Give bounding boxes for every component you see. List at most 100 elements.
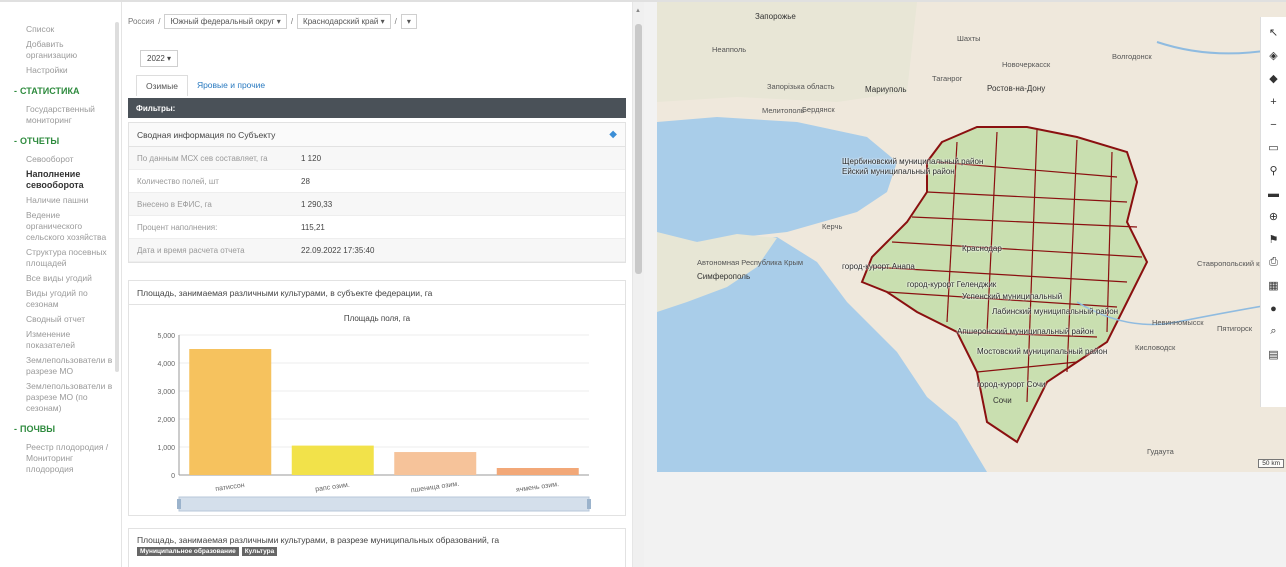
map-label: Запорізька область: [767, 82, 835, 91]
chart-bar: [189, 349, 272, 475]
map-label: Ростов-на-Дону: [987, 84, 1046, 93]
print-icon[interactable]: ⎙: [1263, 251, 1285, 274]
map-label: Запорожье: [755, 12, 796, 21]
map-scale: 50 km: [1258, 459, 1284, 468]
sidebar-item-rotation-fill[interactable]: Наполнение севооборота: [0, 169, 116, 191]
map-label: город-курорт Сочи: [977, 380, 1046, 389]
sidebar-scrollbar[interactable]: [115, 22, 119, 372]
layers-down-icon[interactable]: ◆: [1263, 67, 1285, 90]
map-toolbar: ↖ ◈ ◆ + − ▭ ⚲ ▬ ⊕ ⚑ ⎙ ▦ ● ⌕ ▤: [1260, 17, 1286, 407]
map-label: Мелитополь: [762, 106, 805, 115]
sidebar-item-land-users-mo-seasons[interactable]: Землепользователи в разрезе МО (по сезон…: [0, 381, 116, 414]
measure-icon[interactable]: ▬: [1263, 182, 1285, 205]
sidebar-item-organic[interactable]: Ведение органического сельского хозяйств…: [0, 210, 116, 243]
chart-bar: [394, 452, 477, 475]
sidebar-item-land-users-mo[interactable]: Землепользователи в разрезе МО: [0, 355, 116, 377]
app-root: Список Добавить организацию Настройки ‑ С…: [0, 0, 1286, 567]
summary-key: Количество полей, шт: [137, 177, 219, 186]
sidebar-item-lands-seasons[interactable]: Виды угодий по сезонам: [0, 288, 116, 310]
chart-range-slider: [178, 496, 590, 512]
layers-icon[interactable]: ◈: [1263, 44, 1285, 67]
sidebar-item-all-lands[interactable]: Все виды угодий: [0, 273, 116, 284]
chart-title: Площадь поля, га: [344, 314, 411, 323]
summary-row: Дата и время расчета отчета 22.09.2022 17…: [129, 239, 625, 262]
tag-crop[interactable]: Культура: [241, 547, 278, 556]
range-handle-left: [177, 499, 181, 509]
map-view[interactable]: Запорожье Мариуполь Ростов-на-Дону Симфероп…: [657, 2, 1286, 472]
zoom-area-icon[interactable]: ⊕: [1263, 205, 1285, 228]
map-label: Невинномысск: [1152, 318, 1204, 327]
map-label: Сочи: [993, 396, 1012, 405]
map-label: Апшеронский муниципальный район: [957, 327, 1094, 336]
map-label: Неапполь: [712, 45, 747, 54]
sidebar-item-crop-rotation[interactable]: Севооборот: [0, 154, 116, 165]
breadcrumb-district-select[interactable]: Южный федеральный округ ▾: [164, 14, 287, 29]
sidebar-item-list[interactable]: Список: [0, 24, 116, 35]
map-label: Пятигорск: [1217, 324, 1253, 333]
summary-value: 1 120: [301, 154, 322, 163]
y-tick-label: 0: [171, 473, 175, 480]
breadcrumb-region-select[interactable]: Краснодарский край ▾: [297, 14, 391, 29]
crops-bar-chart: Площадь поля, га 0 1,000 2,000 3,000 4,000 5,0…: [157, 314, 591, 512]
summary-key: Внесено в ЕФИС, га: [137, 200, 212, 209]
map-label: Автономная Республика Крым: [697, 258, 804, 267]
legend-icon[interactable]: ▤: [1263, 343, 1285, 366]
sidebar-item-summary-report[interactable]: Сводный отчет: [0, 314, 116, 325]
summary-key: Дата и время расчета отчета: [137, 246, 245, 255]
map-label: город-курорт Геленджик: [907, 280, 997, 289]
x-tick-label: патиссон: [215, 482, 245, 493]
tab-winter[interactable]: Озимые: [136, 75, 188, 96]
map-label: Новочеркасск: [1002, 60, 1051, 69]
sidebar: Список Добавить организацию Настройки ‑ С…: [0, 2, 122, 567]
sidebar-section-stats[interactable]: ‑ СТАТИСТИКА: [0, 86, 121, 96]
sidebar-item-add-org[interactable]: Добавить организацию: [0, 39, 116, 61]
select-arrow-icon[interactable]: ↖: [1263, 21, 1285, 44]
map-label: Гудаута: [1147, 447, 1174, 456]
map-label: Щербиновский муниципальный район: [842, 157, 984, 166]
export-icon[interactable]: ◆: [609, 123, 617, 147]
summary-value: 22.09.2022 17:35:40: [301, 246, 375, 255]
y-tick-label: 1,000: [157, 445, 175, 452]
map-label: Шахты: [957, 34, 981, 43]
crops-chart-panel: Площадь, занимаемая различными культурам…: [128, 280, 626, 516]
map-label: Кисловодск: [1135, 343, 1176, 352]
chart-bar: [496, 468, 579, 475]
zoom-out-icon[interactable]: −: [1263, 113, 1285, 136]
search-icon[interactable]: ⌕: [1263, 320, 1285, 343]
year-select[interactable]: 2022 ▾: [140, 50, 179, 67]
sidebar-item-changes[interactable]: Изменение показателей: [0, 329, 116, 351]
sidebar-section-soils[interactable]: ‑ ПОЧВЫ: [0, 424, 121, 434]
summary-value: 1 290,33: [301, 200, 333, 209]
summary-key: По данным МСХ сев составляет, га: [137, 154, 268, 163]
location-icon[interactable]: ●: [1263, 297, 1285, 320]
breadcrumb-next-select[interactable]: ▾: [400, 14, 417, 29]
season-tabs: Озимые Яровые и прочие: [136, 75, 275, 96]
sidebar-item-arable-land[interactable]: Наличие пашни: [0, 195, 116, 206]
sidebar-section-reports[interactable]: ‑ ОТЧЕТЫ: [0, 136, 121, 146]
range-handle-right: [587, 499, 591, 509]
grid-icon[interactable]: ▦: [1263, 274, 1285, 297]
summary-row: Внесено в ЕФИС, га 1 290,33: [129, 193, 625, 216]
tab-spring[interactable]: Яровые и прочие: [187, 75, 275, 96]
sidebar-item-sowing-structure[interactable]: Структура посевных площадей: [0, 247, 116, 269]
flag-icon[interactable]: ⚑: [1263, 228, 1285, 251]
content-scrollbar[interactable]: ▲: [632, 2, 644, 567]
zoom-in-icon[interactable]: +: [1263, 90, 1285, 113]
map-label: Керчь: [822, 222, 843, 231]
summary-row: Процент наполнения: 115,21: [129, 216, 625, 239]
map-canvas[interactable]: [657, 2, 1286, 472]
map-label: город-курорт Анапа: [842, 262, 915, 271]
filters-bar[interactable]: Фильтры:: [128, 98, 626, 118]
map-label: Мариуполь: [865, 85, 907, 94]
chart-bar: [291, 445, 374, 475]
sidebar-item-fertility-registry[interactable]: Реестр плодородия / Мониторинг плодороди…: [0, 442, 116, 475]
pin-icon[interactable]: ⚲: [1263, 159, 1285, 182]
summary-row: Количество полей, шт 28: [129, 170, 625, 193]
summary-key: Процент наполнения:: [137, 223, 218, 232]
tag-municipality[interactable]: Муниципальное образование: [137, 547, 239, 556]
y-tick-label: 4,000: [157, 361, 175, 368]
sidebar-item-gov-monitoring[interactable]: Государственный мониторинг: [0, 104, 116, 126]
breadcrumb-root[interactable]: Россия: [128, 17, 154, 26]
sidebar-item-settings[interactable]: Настройки: [0, 65, 116, 76]
ruler-icon[interactable]: ▭: [1263, 136, 1285, 159]
